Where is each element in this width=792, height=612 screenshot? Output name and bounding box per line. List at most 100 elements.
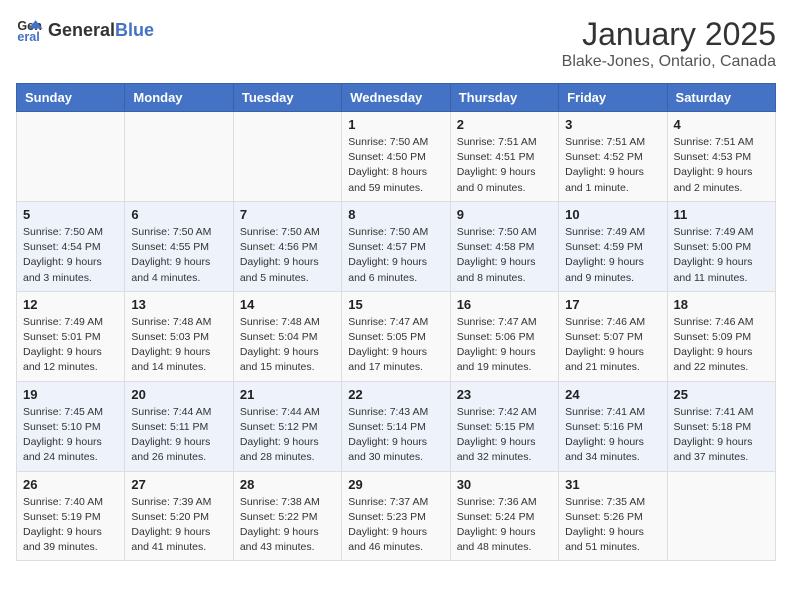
day-info: Sunrise: 7:50 AM Sunset: 4:57 PM Dayligh… xyxy=(348,225,443,286)
calendar-cell: 22 Sunrise: 7:43 AM Sunset: 5:14 PM Dayli… xyxy=(342,381,450,471)
day-number: 1 xyxy=(348,117,443,132)
day-number: 7 xyxy=(240,207,335,222)
title-area: January 2025 Blake-Jones, Ontario, Canad… xyxy=(562,16,776,71)
day-info: Sunrise: 7:50 AM Sunset: 4:50 PM Dayligh… xyxy=(348,135,443,196)
day-info: Sunrise: 7:45 AM Sunset: 5:10 PM Dayligh… xyxy=(23,405,118,466)
day-number: 9 xyxy=(457,207,552,222)
day-number: 21 xyxy=(240,387,335,402)
day-number: 11 xyxy=(674,207,769,222)
day-number: 28 xyxy=(240,477,335,492)
svg-text:eral: eral xyxy=(17,30,39,44)
weekday-header-friday: Friday xyxy=(559,84,667,112)
day-number: 30 xyxy=(457,477,552,492)
day-number: 25 xyxy=(674,387,769,402)
weekday-header-thursday: Thursday xyxy=(450,84,558,112)
day-number: 19 xyxy=(23,387,118,402)
day-info: Sunrise: 7:49 AM Sunset: 5:00 PM Dayligh… xyxy=(674,225,769,286)
day-info: Sunrise: 7:37 AM Sunset: 5:23 PM Dayligh… xyxy=(348,495,443,556)
day-number: 31 xyxy=(565,477,660,492)
calendar-cell: 1 Sunrise: 7:50 AM Sunset: 4:50 PM Daylig… xyxy=(342,112,450,202)
weekday-header-sunday: Sunday xyxy=(17,84,125,112)
day-number: 24 xyxy=(565,387,660,402)
day-info: Sunrise: 7:39 AM Sunset: 5:20 PM Dayligh… xyxy=(131,495,226,556)
day-number: 13 xyxy=(131,297,226,312)
calendar-cell xyxy=(17,112,125,202)
week-row-2: 5 Sunrise: 7:50 AM Sunset: 4:54 PM Daylig… xyxy=(17,201,776,291)
day-number: 10 xyxy=(565,207,660,222)
calendar-cell: 3 Sunrise: 7:51 AM Sunset: 4:52 PM Daylig… xyxy=(559,112,667,202)
day-number: 20 xyxy=(131,387,226,402)
calendar-cell: 29 Sunrise: 7:37 AM Sunset: 5:23 PM Dayli… xyxy=(342,471,450,561)
calendar-cell: 12Sunrise: 7:49 AM Sunset: 5:01 PM Dayli… xyxy=(17,291,125,381)
logo-general: General xyxy=(48,20,115,41)
calendar-cell: 4Sunrise: 7:51 AM Sunset: 4:53 PM Daylig… xyxy=(667,112,775,202)
day-number: 26 xyxy=(23,477,118,492)
day-info: Sunrise: 7:51 AM Sunset: 4:53 PM Dayligh… xyxy=(674,135,769,196)
calendar-cell: 19 Sunrise: 7:45 AM Sunset: 5:10 PM Dayli… xyxy=(17,381,125,471)
day-number: 12 xyxy=(23,297,118,312)
day-info: Sunrise: 7:46 AM Sunset: 5:07 PM Dayligh… xyxy=(565,315,660,376)
calendar-cell: 8Sunrise: 7:50 AM Sunset: 4:57 PM Daylig… xyxy=(342,201,450,291)
calendar-cell: 31 Sunrise: 7:35 AM Sunset: 5:26 PM Dayli… xyxy=(559,471,667,561)
calendar-cell: 14 Sunrise: 7:48 AM Sunset: 5:04 PM Dayli… xyxy=(233,291,341,381)
day-number: 2 xyxy=(457,117,552,132)
day-info: Sunrise: 7:44 AM Sunset: 5:11 PM Dayligh… xyxy=(131,405,226,466)
calendar-cell: 16 Sunrise: 7:47 AM Sunset: 5:06 PM Dayli… xyxy=(450,291,558,381)
day-info: Sunrise: 7:41 AM Sunset: 5:16 PM Dayligh… xyxy=(565,405,660,466)
day-number: 14 xyxy=(240,297,335,312)
calendar-cell: 9 Sunrise: 7:50 AM Sunset: 4:58 PM Daylig… xyxy=(450,201,558,291)
week-row-4: 19 Sunrise: 7:45 AM Sunset: 5:10 PM Dayli… xyxy=(17,381,776,471)
day-info: Sunrise: 7:44 AM Sunset: 5:12 PM Dayligh… xyxy=(240,405,335,466)
day-number: 27 xyxy=(131,477,226,492)
header: Gen eral GeneralBlue January 2025 Blake-… xyxy=(16,16,776,71)
day-info: Sunrise: 7:48 AM Sunset: 5:04 PM Dayligh… xyxy=(240,315,335,376)
day-info: Sunrise: 7:38 AM Sunset: 5:22 PM Dayligh… xyxy=(240,495,335,556)
calendar-cell: 11 Sunrise: 7:49 AM Sunset: 5:00 PM Dayli… xyxy=(667,201,775,291)
day-info: Sunrise: 7:46 AM Sunset: 5:09 PM Dayligh… xyxy=(674,315,769,376)
day-info: Sunrise: 7:50 AM Sunset: 4:54 PM Dayligh… xyxy=(23,225,118,286)
day-info: Sunrise: 7:41 AM Sunset: 5:18 PM Dayligh… xyxy=(674,405,769,466)
day-number: 22 xyxy=(348,387,443,402)
day-number: 15 xyxy=(348,297,443,312)
day-info: Sunrise: 7:51 AM Sunset: 4:51 PM Dayligh… xyxy=(457,135,552,196)
weekday-header-saturday: Saturday xyxy=(667,84,775,112)
day-number: 6 xyxy=(131,207,226,222)
logo: Gen eral GeneralBlue xyxy=(16,16,154,44)
calendar-cell: 17Sunrise: 7:46 AM Sunset: 5:07 PM Dayli… xyxy=(559,291,667,381)
logo-icon: Gen eral xyxy=(16,16,44,44)
calendar-table: SundayMondayTuesdayWednesdayThursdayFrid… xyxy=(16,83,776,561)
calendar-cell xyxy=(233,112,341,202)
day-info: Sunrise: 7:43 AM Sunset: 5:14 PM Dayligh… xyxy=(348,405,443,466)
day-info: Sunrise: 7:48 AM Sunset: 5:03 PM Dayligh… xyxy=(131,315,226,376)
day-number: 23 xyxy=(457,387,552,402)
day-info: Sunrise: 7:47 AM Sunset: 5:06 PM Dayligh… xyxy=(457,315,552,376)
day-number: 18 xyxy=(674,297,769,312)
day-info: Sunrise: 7:50 AM Sunset: 4:58 PM Dayligh… xyxy=(457,225,552,286)
day-info: Sunrise: 7:35 AM Sunset: 5:26 PM Dayligh… xyxy=(565,495,660,556)
calendar-cell xyxy=(667,471,775,561)
calendar-cell: 30 Sunrise: 7:36 AM Sunset: 5:24 PM Dayli… xyxy=(450,471,558,561)
calendar-cell: 5 Sunrise: 7:50 AM Sunset: 4:54 PM Daylig… xyxy=(17,201,125,291)
calendar-cell: 26Sunrise: 7:40 AM Sunset: 5:19 PM Dayli… xyxy=(17,471,125,561)
weekday-header-monday: Monday xyxy=(125,84,233,112)
day-info: Sunrise: 7:49 AM Sunset: 4:59 PM Dayligh… xyxy=(565,225,660,286)
day-info: Sunrise: 7:50 AM Sunset: 4:55 PM Dayligh… xyxy=(131,225,226,286)
month-title: January 2025 xyxy=(562,16,776,53)
day-info: Sunrise: 7:42 AM Sunset: 5:15 PM Dayligh… xyxy=(457,405,552,466)
day-number: 5 xyxy=(23,207,118,222)
calendar-cell: 6 Sunrise: 7:50 AM Sunset: 4:55 PM Daylig… xyxy=(125,201,233,291)
calendar-cell: 2 Sunrise: 7:51 AM Sunset: 4:51 PM Daylig… xyxy=(450,112,558,202)
calendar-cell: 23 Sunrise: 7:42 AM Sunset: 5:15 PM Dayli… xyxy=(450,381,558,471)
day-info: Sunrise: 7:36 AM Sunset: 5:24 PM Dayligh… xyxy=(457,495,552,556)
day-info: Sunrise: 7:51 AM Sunset: 4:52 PM Dayligh… xyxy=(565,135,660,196)
calendar-cell xyxy=(125,112,233,202)
logo-blue: Blue xyxy=(115,20,154,41)
day-number: 16 xyxy=(457,297,552,312)
calendar-cell: 25 Sunrise: 7:41 AM Sunset: 5:18 PM Dayli… xyxy=(667,381,775,471)
day-number: 3 xyxy=(565,117,660,132)
calendar-cell: 15Sunrise: 7:47 AM Sunset: 5:05 PM Dayli… xyxy=(342,291,450,381)
week-row-5: 26Sunrise: 7:40 AM Sunset: 5:19 PM Dayli… xyxy=(17,471,776,561)
calendar-cell: 18 Sunrise: 7:46 AM Sunset: 5:09 PM Dayli… xyxy=(667,291,775,381)
calendar-cell: 28 Sunrise: 7:38 AM Sunset: 5:22 PM Dayli… xyxy=(233,471,341,561)
day-number: 29 xyxy=(348,477,443,492)
